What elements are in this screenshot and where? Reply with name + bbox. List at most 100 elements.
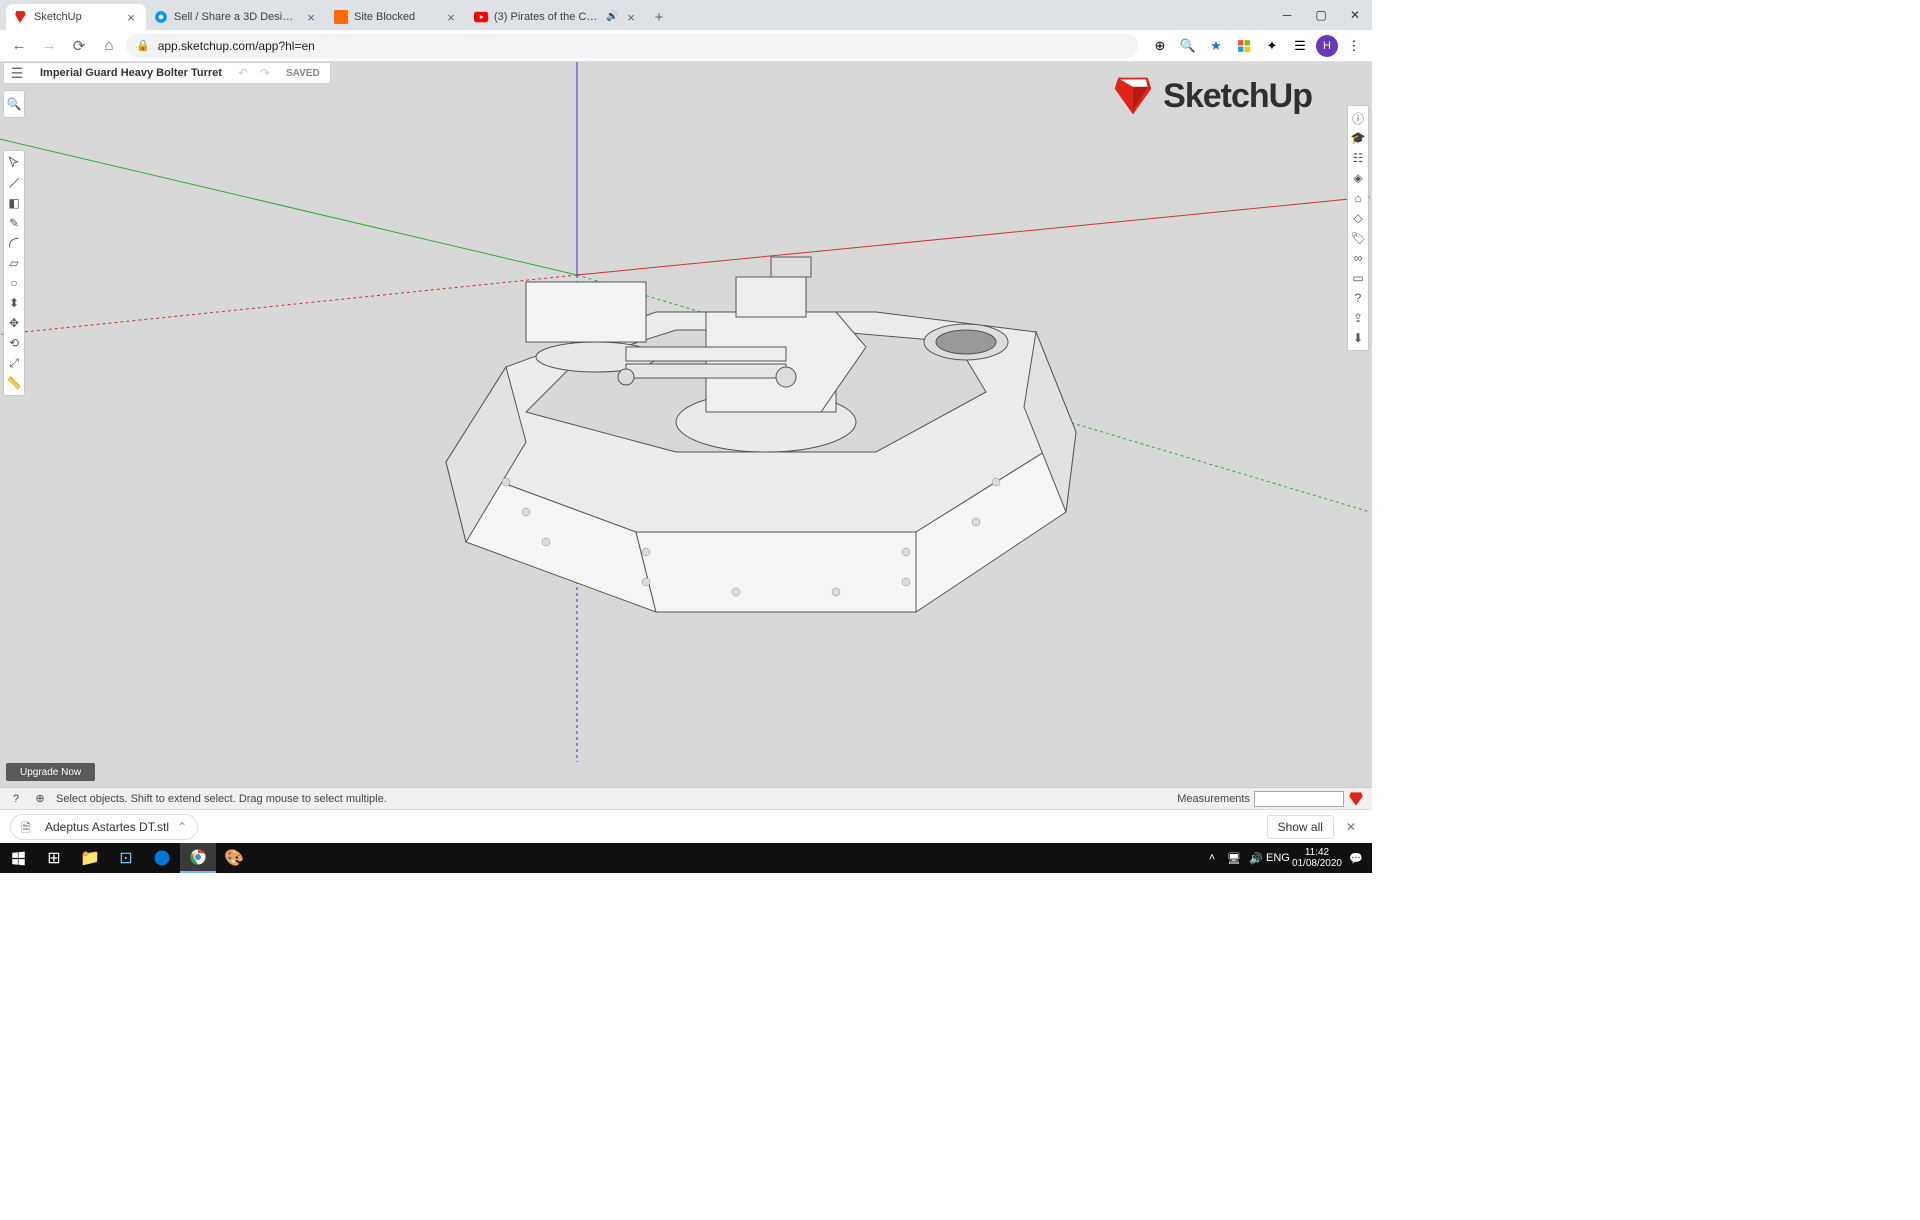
store-icon[interactable]: ⊡ — [108, 843, 144, 873]
entity-info-icon[interactable]: ⓘ — [1349, 109, 1367, 127]
sketchup-header: ☰ Imperial Guard Heavy Bolter Turret ↶ ↷… — [3, 62, 331, 84]
measurements-label: Measurements — [1177, 793, 1250, 805]
tray-time: 11:42 — [1292, 847, 1342, 858]
undo-button[interactable]: ↶ — [232, 62, 254, 84]
youtube-favicon-icon — [474, 10, 488, 24]
components-icon[interactable]: ⌂ — [1349, 189, 1367, 207]
chrome-menu-icon[interactable]: ⋮ — [1342, 34, 1366, 58]
geo-status-icon[interactable]: ⊕ — [32, 791, 48, 807]
url-text: app.sketchup.com/app?hl=en — [158, 39, 315, 53]
tape-tool-icon[interactable]: 📏 — [5, 374, 23, 392]
notifications-icon[interactable]: 💬 — [1348, 850, 1364, 866]
scale-tool-icon[interactable]: ⤢ — [5, 354, 23, 372]
sketchup-viewport[interactable]: SketchUp — [0, 62, 1372, 792]
rectangle-tool-icon[interactable]: ▱ — [5, 254, 23, 272]
tab-sketchup[interactable]: SketchUp × — [6, 4, 146, 30]
tray-chevron-icon[interactable]: ˄ — [1204, 850, 1220, 866]
measurements-input[interactable] — [1254, 791, 1344, 807]
circle-tool-icon[interactable]: ○ — [5, 274, 23, 292]
move-tool-icon[interactable]: ✥ — [5, 314, 23, 332]
tray-lang[interactable]: ENG — [1270, 850, 1286, 866]
bookmark-star-icon[interactable]: ★ — [1204, 34, 1228, 58]
search-icon[interactable]: 🔍 — [1176, 34, 1200, 58]
minimize-button[interactable]: ─ — [1270, 0, 1304, 30]
outliner-icon[interactable]: ☷ — [1349, 149, 1367, 167]
back-button[interactable]: ← — [6, 33, 32, 59]
lock-icon: 🔒 — [136, 39, 150, 52]
windows-taskbar: ⊞ 📁 ⊡ 🎨 ˄ 🖥 🔊 ENG 11:42 01/08/2020 💬 — [0, 843, 1372, 873]
windows-ext-icon[interactable] — [1232, 34, 1256, 58]
maximize-button[interactable]: ▢ — [1304, 0, 1338, 30]
drawing-toolbar: ◧ ✎ ▱ ○ ⬍ ✥ ⟲ ⤢ 📏 — [3, 150, 25, 396]
materials-icon[interactable]: ◈ — [1349, 169, 1367, 187]
tray-monitor-icon[interactable]: 🖥 — [1226, 850, 1242, 866]
styles-icon[interactable]: ◇ — [1349, 209, 1367, 227]
hamburger-menu-icon[interactable]: ☰ — [4, 62, 30, 84]
tray-date: 01/08/2020 — [1292, 858, 1342, 869]
pushpull-tool-icon[interactable]: ⬍ — [5, 294, 23, 312]
tab-siteblocked[interactable]: Site Blocked × — [326, 4, 466, 30]
browser-toolbar: ← → ⟳ ⌂ 🔒 app.sketchup.com/app?hl=en ⊕ 🔍… — [0, 30, 1372, 62]
reload-button[interactable]: ⟳ — [66, 33, 92, 59]
tab-title: Site Blocked — [354, 11, 438, 23]
select-tool-icon[interactable] — [5, 154, 23, 172]
save-status: SAVED — [276, 68, 330, 79]
system-tray: ˄ 🖥 🔊 ENG 11:42 01/08/2020 💬 — [1204, 847, 1372, 869]
sketchup-logo-icon — [1111, 74, 1155, 118]
tab-youtube[interactable]: (3) Pirates of the Caribbean 🔊 × — [466, 4, 646, 30]
audio-icon[interactable]: 🔊 — [606, 11, 618, 23]
download-filename: Adeptus Astartes DT.stl — [45, 820, 169, 834]
close-downloads-icon[interactable]: ✕ — [1340, 820, 1362, 834]
tab-title: SketchUp — [34, 11, 118, 23]
search-toolbar: 🔍 — [3, 90, 25, 118]
home-button[interactable]: ⌂ — [96, 33, 122, 59]
close-icon[interactable]: × — [444, 10, 458, 24]
profile-avatar[interactable]: H — [1316, 35, 1338, 57]
chrome-icon[interactable] — [180, 843, 216, 873]
redo-button[interactable]: ↷ — [254, 62, 276, 84]
zoom-icon[interactable]: ⊕ — [1148, 34, 1172, 58]
upgrade-now-button[interactable]: Upgrade Now — [6, 763, 95, 781]
tab-pinshape[interactable]: Sell / Share a 3D Design | Pinsha × — [146, 4, 326, 30]
watermark-text: SketchUp — [1163, 77, 1312, 116]
close-icon[interactable]: × — [124, 10, 138, 24]
chevron-up-icon[interactable]: ⌃ — [177, 820, 187, 834]
reading-list-icon[interactable]: ☰ — [1288, 34, 1312, 58]
tray-volume-icon[interactable]: 🔊 — [1248, 850, 1264, 866]
arc-tool-icon[interactable] — [5, 234, 23, 252]
eraser-tool-icon[interactable]: ◧ — [5, 194, 23, 212]
display-icon[interactable]: ▭ — [1349, 269, 1367, 287]
close-window-button[interactable]: ✕ — [1338, 0, 1372, 30]
sketchup-corner-icon — [1348, 791, 1364, 807]
line-tool-icon[interactable] — [5, 174, 23, 192]
downloads-bar: 🗎 Adeptus Astartes DT.stl ⌃ Show all ✕ — [0, 809, 1372, 843]
rotate-tool-icon[interactable]: ⟲ — [5, 334, 23, 352]
tray-datetime[interactable]: 11:42 01/08/2020 — [1292, 847, 1342, 869]
edge-icon[interactable] — [144, 843, 180, 873]
start-button[interactable] — [0, 843, 36, 873]
close-icon[interactable]: × — [304, 10, 318, 24]
close-icon[interactable]: × — [624, 10, 638, 24]
help-status-icon[interactable]: ? — [8, 791, 24, 807]
scenes-icon[interactable]: ∞ — [1349, 249, 1367, 267]
address-bar[interactable]: 🔒 app.sketchup.com/app?hl=en — [126, 34, 1138, 58]
tags-icon[interactable]: 🏷 — [1349, 229, 1367, 247]
tab-title: Sell / Share a 3D Design | Pinsha — [174, 11, 298, 23]
show-all-button[interactable]: Show all — [1267, 815, 1334, 839]
download-item[interactable]: 🗎 Adeptus Astartes DT.stl ⌃ — [10, 814, 198, 840]
window-controls: ─ ▢ ✕ — [1270, 0, 1372, 30]
search-tool-icon[interactable]: 🔍 — [5, 95, 23, 113]
blocked-favicon-icon — [334, 10, 348, 24]
pencil-tool-icon[interactable]: ✎ — [5, 214, 23, 232]
new-tab-button[interactable]: + — [646, 4, 672, 30]
taskview-button[interactable]: ⊞ — [36, 843, 72, 873]
model-3d — [276, 182, 1096, 642]
help-icon[interactable]: ? — [1349, 289, 1367, 307]
forward-button[interactable]: → — [36, 33, 62, 59]
share-icon[interactable]: ⇪ — [1349, 309, 1367, 327]
paint-icon[interactable]: 🎨 — [216, 843, 252, 873]
explorer-icon[interactable]: 📁 — [72, 843, 108, 873]
instructor-icon[interactable]: 🎓 — [1349, 129, 1367, 147]
download-icon[interactable]: ⬇ — [1349, 329, 1367, 347]
extensions-icon[interactable]: ✦ — [1260, 34, 1284, 58]
